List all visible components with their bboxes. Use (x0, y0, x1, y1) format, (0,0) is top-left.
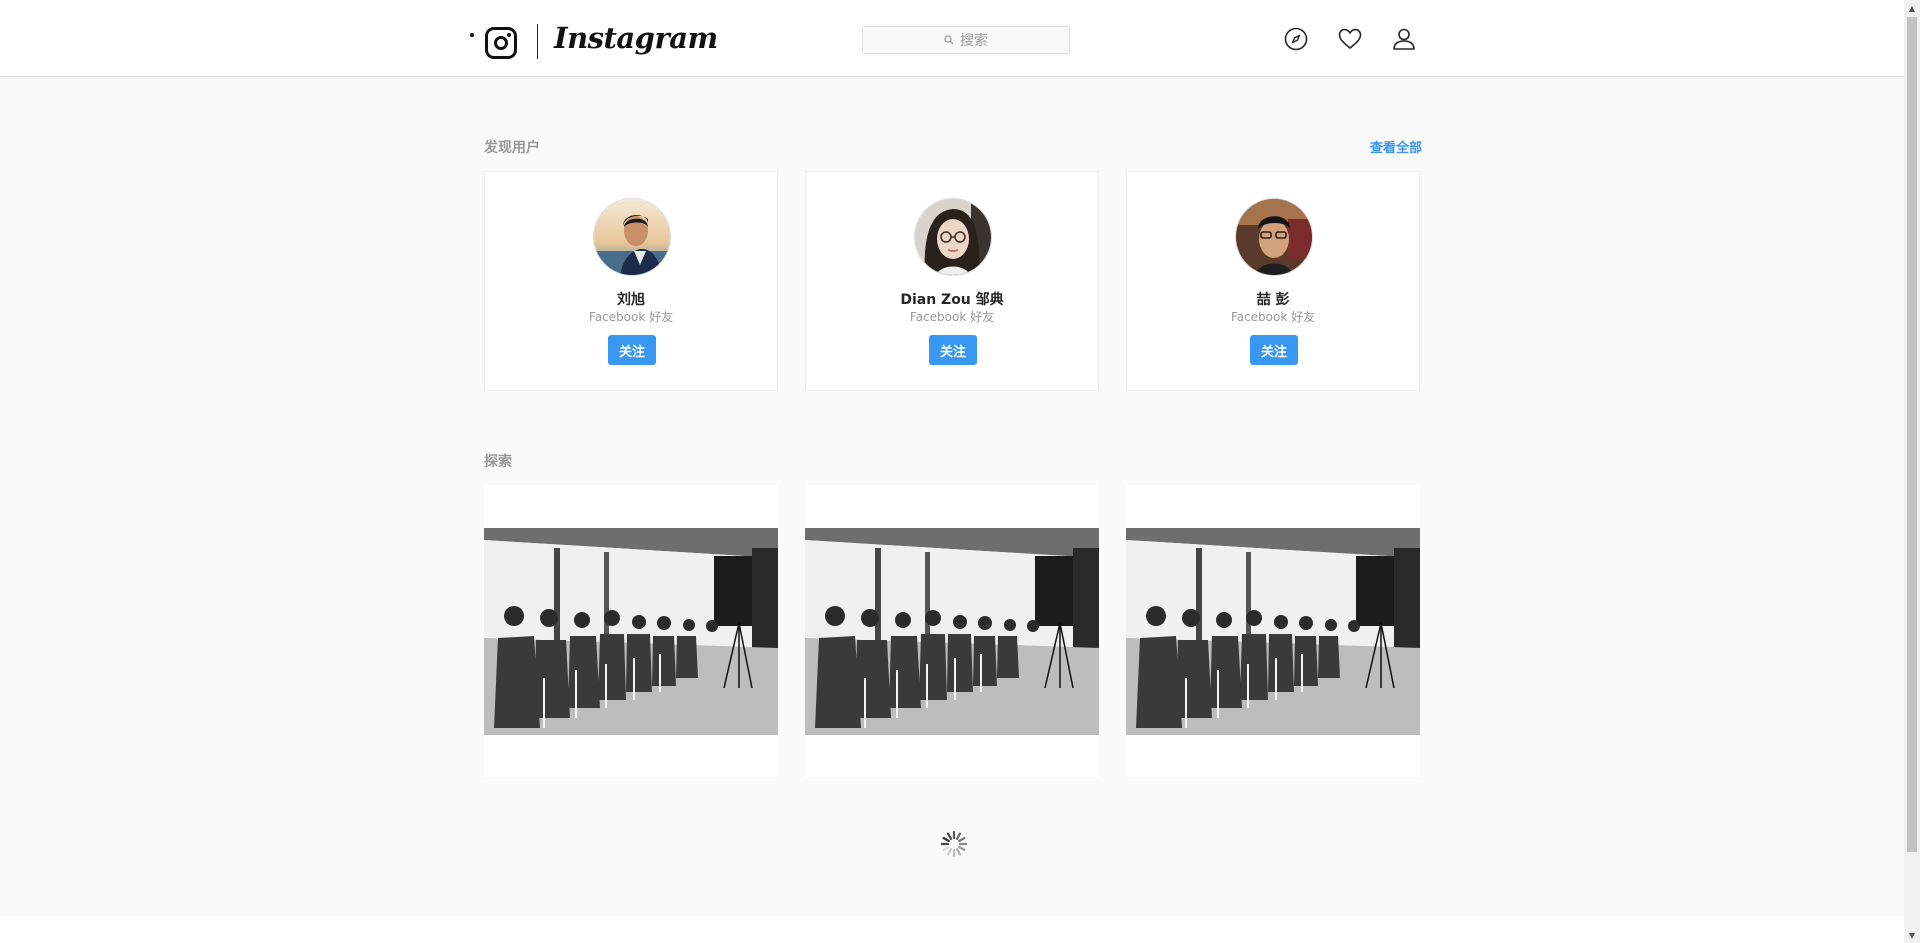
suggested-user-card: Dian Zou 邹典 Facebook 好友 关注 (805, 171, 1099, 391)
explore-post-image (805, 528, 1099, 735)
loading-spinner-icon (939, 829, 969, 863)
explore-heading: 探索 (484, 454, 512, 470)
avatar[interactable] (593, 198, 671, 276)
suggested-user-name[interactable]: Dian Zou 邹典 (806, 289, 1098, 309)
explore-compass-icon[interactable] (1282, 25, 1310, 53)
dot-icon (470, 33, 474, 37)
instagram-wordmark-logo[interactable]: Instagram (554, 21, 718, 55)
suggested-user-name[interactable]: 喆 彭 (1127, 289, 1419, 309)
scroll-up-arrow-icon[interactable]: ▲ (1904, 0, 1920, 16)
follow-button[interactable]: 关注 (929, 335, 977, 365)
search-placeholder: 搜索 (960, 33, 988, 49)
page-footer (0, 916, 1904, 943)
top-navigation-bar: Instagram 搜索 (0, 0, 1904, 77)
suggested-user-name[interactable]: 刘旭 (485, 289, 777, 309)
activity-heart-icon[interactable] (1336, 25, 1364, 53)
follow-button[interactable]: 关注 (608, 335, 656, 365)
suggested-user-source: Facebook 好友 (1230, 310, 1316, 324)
explore-post-image (484, 528, 778, 735)
scrollbar-thumb[interactable] (1907, 17, 1917, 852)
discover-users-heading: 发现用户 (484, 140, 540, 156)
follow-button[interactable]: 关注 (1250, 335, 1298, 365)
suggested-user-source: Facebook 好友 (909, 310, 995, 324)
suggested-user-source: Facebook 好友 (588, 310, 674, 324)
avatar[interactable] (914, 198, 992, 276)
avatar[interactable] (1235, 198, 1313, 276)
explore-post-tile[interactable] (1126, 485, 1420, 777)
see-all-link[interactable]: 查看全部 (1370, 137, 1422, 156)
search-icon (944, 35, 954, 45)
suggested-user-card: 刘旭 Facebook 好友 关注 (484, 171, 778, 391)
profile-user-icon[interactable] (1390, 25, 1418, 53)
explore-post-tile[interactable] (484, 485, 778, 777)
scroll-down-arrow-icon[interactable]: ▼ (1904, 927, 1920, 943)
explore-post-tile[interactable] (805, 485, 1099, 777)
suggested-user-card: 喆 彭 Facebook 好友 关注 (1126, 171, 1420, 391)
vertical-scrollbar[interactable]: ▲ ▼ (1904, 0, 1920, 943)
search-input[interactable]: 搜索 (862, 26, 1070, 54)
explore-post-image (1126, 528, 1420, 735)
logo-divider (537, 24, 538, 59)
instagram-camera-logo-icon[interactable] (485, 27, 517, 59)
